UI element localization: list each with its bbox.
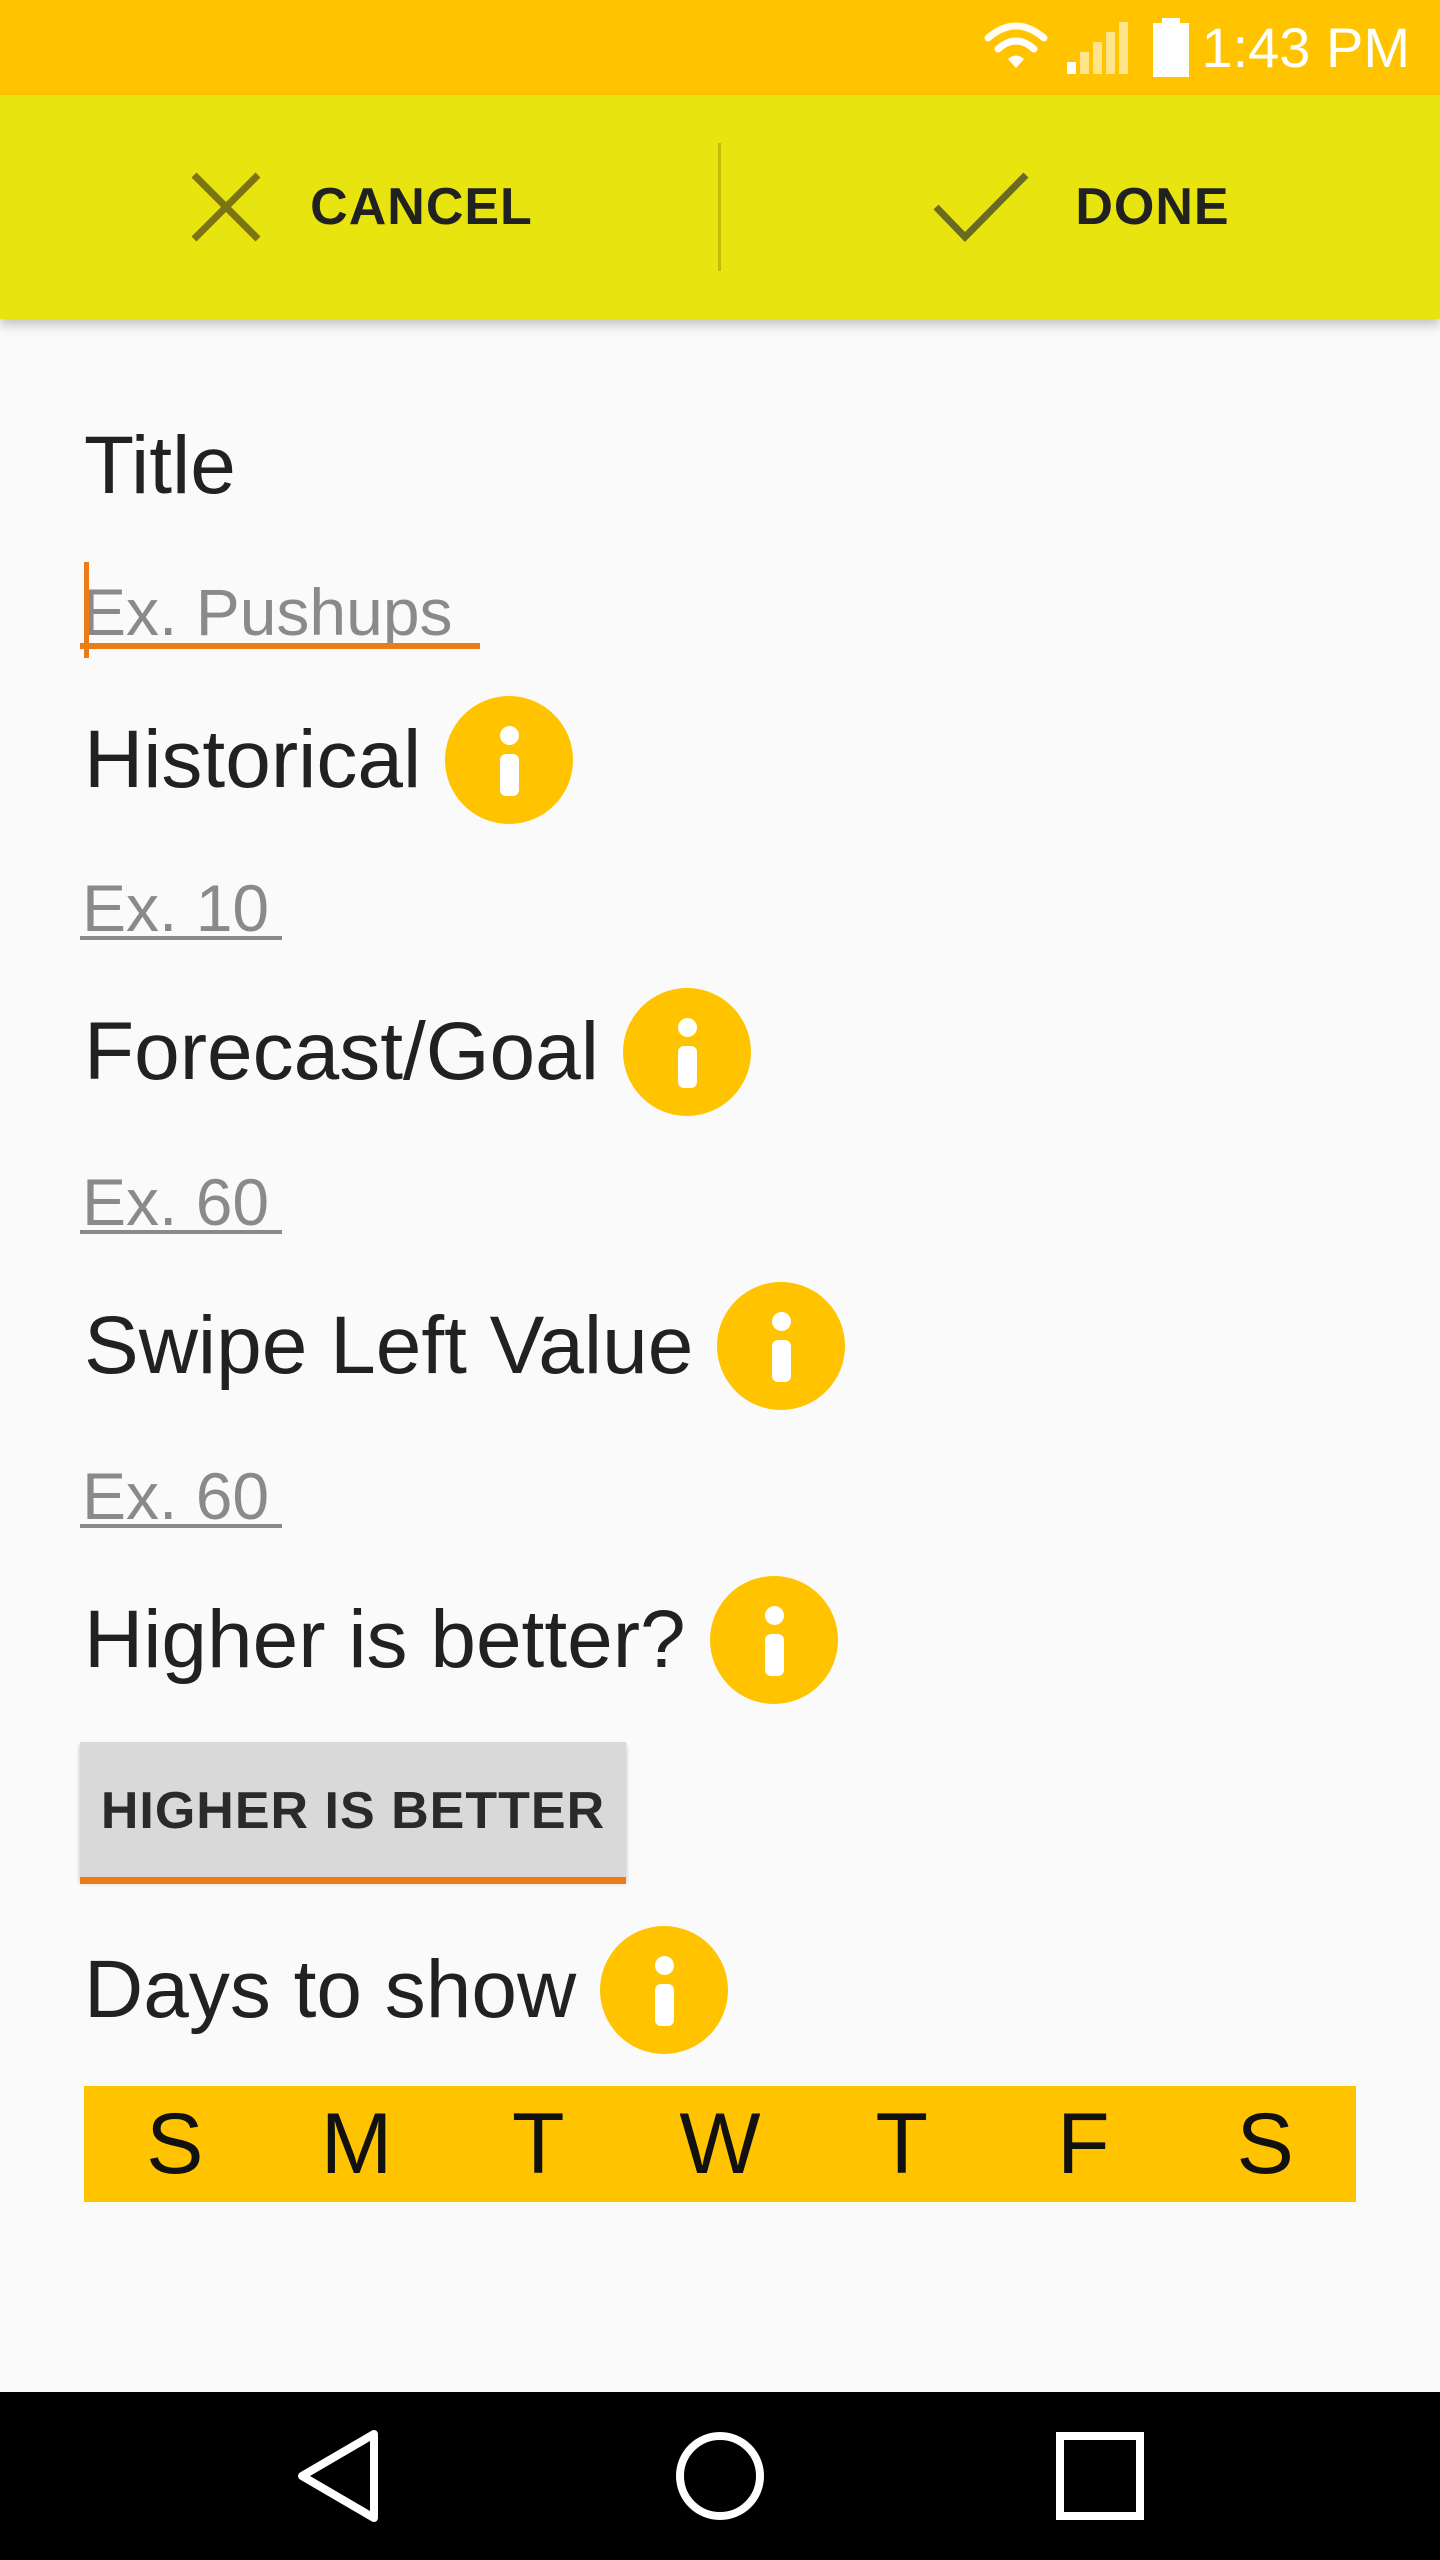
- title-input[interactable]: [82, 570, 482, 654]
- day-thursday[interactable]: T: [811, 2086, 993, 2202]
- battery-icon: [1153, 17, 1190, 77]
- status-bar: 1:43 PM: [0, 0, 1440, 95]
- swipe-left-input-underline: [80, 1524, 282, 1528]
- done-label: DONE: [1075, 178, 1230, 236]
- title-label-text: Title: [84, 420, 236, 511]
- swipe-left-info-icon[interactable]: [717, 1282, 846, 1410]
- check-icon: [933, 172, 1029, 243]
- toggle-underline: [80, 1877, 626, 1884]
- higher-is-better-label: Higher is better?: [84, 1576, 838, 1704]
- home-icon: [676, 2432, 764, 2520]
- historical-info-icon[interactable]: [445, 696, 574, 824]
- higher-is-better-toggle[interactable]: HIGHER IS BETTER: [80, 1742, 626, 1880]
- days-selector: S M T W T F S: [84, 2086, 1356, 2202]
- day-saturday[interactable]: S: [1174, 2086, 1356, 2202]
- navigation-bar: [0, 2392, 1440, 2560]
- back-button[interactable]: [240, 2392, 440, 2560]
- home-button[interactable]: [620, 2392, 820, 2560]
- higher-is-better-info-icon[interactable]: [709, 1576, 838, 1704]
- title-input-underline: [80, 643, 480, 649]
- days-to-show-label: Days to show: [84, 1926, 729, 2054]
- status-time: 1:43 PM: [1201, 16, 1410, 79]
- close-icon: [191, 172, 261, 242]
- cancel-label: CANCEL: [310, 178, 533, 236]
- action-bar: CANCEL DONE: [0, 95, 1440, 319]
- back-icon: [298, 2430, 378, 2522]
- swipe-left-label: Swipe Left Value: [84, 1282, 846, 1410]
- swipe-left-label-text: Swipe Left Value: [84, 1300, 694, 1391]
- days-to-show-label-text: Days to show: [84, 1944, 577, 2035]
- day-wednesday[interactable]: W: [629, 2086, 811, 2202]
- day-friday[interactable]: F: [993, 2086, 1175, 2202]
- cell-signal-icon: [1067, 21, 1129, 74]
- forecast-label: Forecast/Goal: [84, 988, 751, 1116]
- days-to-show-info-icon[interactable]: [600, 1926, 729, 2054]
- wifi-icon: [984, 22, 1048, 68]
- day-monday[interactable]: M: [266, 2086, 448, 2202]
- recents-icon: [1056, 2432, 1144, 2520]
- title-label: Title: [84, 418, 236, 514]
- done-button[interactable]: DONE: [721, 95, 1440, 319]
- status-icons: 1:43 PM: [981, 0, 1440, 95]
- historical-label-text: Historical: [84, 714, 422, 805]
- cancel-button[interactable]: CANCEL: [0, 95, 719, 319]
- forecast-info-icon[interactable]: [622, 988, 751, 1116]
- recents-button[interactable]: [1000, 2392, 1200, 2560]
- higher-is-better-label-text: Higher is better?: [84, 1594, 686, 1685]
- historical-input-underline: [80, 936, 282, 940]
- forecast-input-underline: [80, 1230, 282, 1234]
- historical-label: Historical: [84, 696, 574, 824]
- forecast-label-text: Forecast/Goal: [84, 1006, 599, 1097]
- day-tuesday[interactable]: T: [447, 2086, 629, 2202]
- day-sunday[interactable]: S: [84, 2086, 266, 2202]
